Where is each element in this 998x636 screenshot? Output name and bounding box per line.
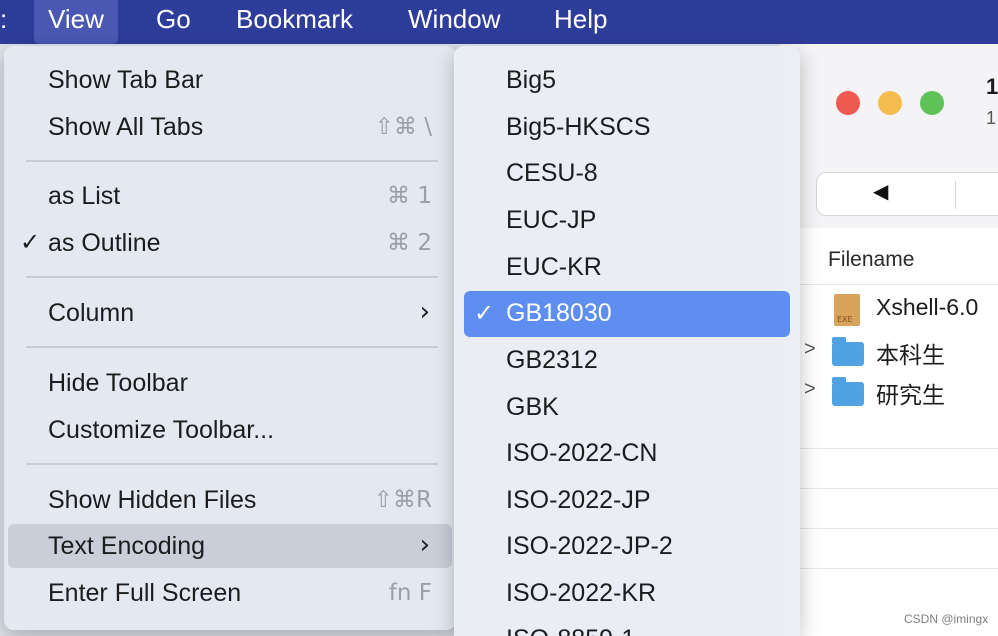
menu-item-label: Column [48, 299, 135, 327]
menu-item-label: as List [48, 182, 121, 210]
file-row[interactable]: Xshell-6.0 [780, 290, 998, 330]
watermark: CSDN @imingx [904, 612, 989, 626]
encoding-item-euc-jp[interactable]: EUC-JP [464, 198, 790, 244]
window-subtitle: 1 [986, 108, 997, 128]
row-divider [780, 528, 998, 529]
encoding-label: GBK [506, 393, 559, 421]
menu-item-show-hidden-files[interactable]: Show Hidden Files ⇧⌘R [8, 478, 452, 522]
view-menu: Show Tab Bar Show All Tabs ⇧⌘ \ as List … [4, 46, 456, 630]
encoding-label: EUC-KR [506, 253, 602, 281]
encoding-label: GB2312 [506, 346, 598, 374]
menu-view[interactable]: View [34, 0, 118, 44]
window-title: 1 [986, 74, 998, 99]
menu-window[interactable]: Window [394, 0, 514, 44]
row-divider [780, 488, 998, 489]
keyboard-shortcut: fn F [388, 580, 432, 606]
menu-item-as-list[interactable]: as List ⌘ 1 [8, 174, 452, 218]
row-divider [780, 448, 998, 449]
menu-item-as-outline[interactable]: ✓ as Outline ⌘ 2 [8, 221, 452, 265]
menu-item-label: as Outline [48, 229, 161, 257]
checkmark-icon: ✓ [474, 300, 495, 327]
exe-file-icon [834, 294, 860, 326]
checkmark-icon: ✓ [20, 229, 41, 256]
encoding-item-iso-2022-jp[interactable]: ISO-2022-JP [464, 478, 790, 524]
encoding-label: Big5-HKSCS [506, 113, 651, 141]
encoding-item-iso-2022-kr[interactable]: ISO-2022-KR [464, 571, 790, 617]
encoding-item-euc-kr[interactable]: EUC-KR [464, 245, 790, 291]
menu-item-label: Text Encoding [48, 532, 206, 560]
encoding-label: ISO-2022-CN [506, 439, 658, 467]
close-window-button[interactable] [836, 91, 860, 115]
encoding-label: ISO-2022-JP-2 [506, 532, 673, 560]
menu-help[interactable]: Help [540, 0, 621, 44]
navigation-control: ◀ [816, 172, 998, 216]
encoding-label: ISO-8859-1 [506, 625, 635, 636]
encoding-item-cesu-8[interactable]: CESU-8 [464, 151, 790, 197]
menu-item-label: Enter Full Screen [48, 579, 242, 607]
menu-item-column[interactable]: Column › [8, 291, 452, 335]
menu-item-enter-full-screen[interactable]: Enter Full Screen fn F [8, 571, 452, 615]
menu-item-text-encoding[interactable]: Text Encoding › [8, 524, 452, 568]
menu-item-label: Show All Tabs [48, 113, 204, 141]
text-encoding-submenu: Big5 Big5-HKSCS CESU-8 EUC-JP EUC-KR ✓ G… [454, 46, 800, 636]
encoding-label: GB18030 [506, 299, 612, 327]
disclosure-chevron-icon[interactable]: > [804, 338, 816, 361]
encoding-item-gbk[interactable]: GBK [464, 385, 790, 431]
back-arrow-icon[interactable]: ◀ [873, 179, 888, 204]
encoding-item-gb2312[interactable]: GB2312 [464, 338, 790, 384]
finder-window: 1 1 ◀ Filename Xshell-6.0 > 本科生 > 研究生 [780, 44, 998, 636]
encoding-item-iso-2022-cn[interactable]: ISO-2022-CN [464, 431, 790, 477]
folder-icon [832, 377, 864, 406]
encoding-label: Big5 [506, 66, 557, 94]
encoding-label: EUC-JP [506, 206, 597, 234]
menu-separator [26, 346, 438, 348]
encoding-item-big5-hkscs[interactable]: Big5-HKSCS [464, 105, 790, 151]
menu-item-customize-toolbar[interactable]: Customize Toolbar... [8, 408, 452, 452]
menu-separator [26, 463, 438, 465]
encoding-item-iso-2022-jp-2[interactable]: ISO-2022-JP-2 [464, 524, 790, 570]
menu-item-hide-toolbar[interactable]: Hide Toolbar [8, 361, 452, 405]
menu-item-label: Hide Toolbar [48, 369, 188, 397]
menu-separator [26, 160, 438, 162]
zoom-window-button[interactable] [920, 91, 944, 115]
menu-separator [26, 276, 438, 278]
nav-divider [955, 181, 956, 209]
row-divider [780, 568, 998, 569]
encoding-item-gb18030[interactable]: ✓ GB18030 [464, 291, 790, 337]
keyboard-shortcut: ⌘ 2 [387, 230, 432, 256]
folder-icon [832, 337, 864, 366]
keyboard-shortcut: ⇧⌘R [373, 487, 432, 513]
folder-row[interactable]: > 研究生 [780, 372, 998, 412]
menu-item-label: Show Hidden Files [48, 486, 257, 514]
menu-item-show-tab-bar[interactable]: Show Tab Bar [8, 58, 452, 102]
keyboard-shortcut: ⇧⌘ \ [374, 114, 432, 140]
encoding-item-iso-8859-1[interactable]: ISO-8859-1 [464, 617, 790, 636]
menu-bar: : View Go Bookmark Window Help [0, 0, 998, 44]
menu-item-label: Customize Toolbar... [48, 416, 275, 444]
folder-name: 研究生 [876, 382, 945, 408]
encoding-label: ISO-2022-JP [506, 486, 651, 514]
file-name: Xshell-6.0 [876, 294, 979, 320]
submenu-arrow-icon: › [419, 530, 430, 560]
menubar-edge-glyph: : [0, 4, 8, 34]
encoding-item-big5[interactable]: Big5 [464, 58, 790, 104]
disclosure-chevron-icon[interactable]: > [804, 378, 816, 401]
minimize-window-button[interactable] [878, 91, 902, 115]
encoding-label: CESU-8 [506, 159, 598, 187]
column-header-filename[interactable]: Filename [828, 248, 914, 272]
menu-go[interactable]: Go [142, 0, 205, 44]
menu-item-show-all-tabs[interactable]: Show All Tabs ⇧⌘ \ [8, 105, 452, 149]
row-divider [780, 284, 998, 285]
menu-bookmark[interactable]: Bookmark [222, 0, 367, 44]
finder-titlebar: 1 1 ◀ [780, 44, 998, 228]
menu-item-label: Show Tab Bar [48, 66, 204, 94]
keyboard-shortcut: ⌘ 1 [387, 183, 432, 209]
folder-row[interactable]: > 本科生 [780, 332, 998, 372]
submenu-arrow-icon: › [419, 297, 430, 327]
folder-name: 本科生 [876, 342, 945, 368]
encoding-label: ISO-2022-KR [506, 579, 657, 607]
